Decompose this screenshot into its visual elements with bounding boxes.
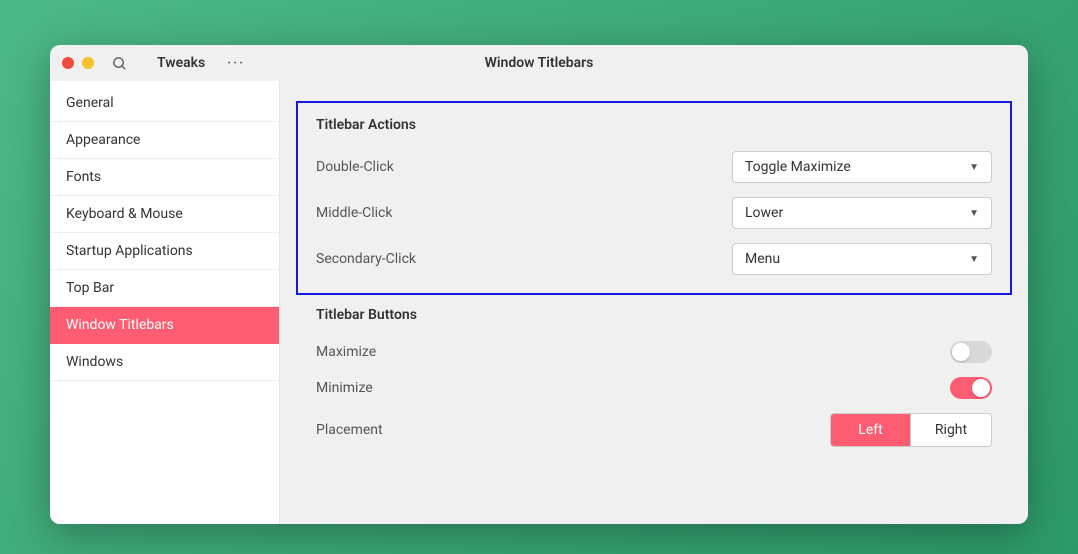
segment-label: Right — [935, 422, 967, 438]
row-maximize: Maximize — [316, 341, 992, 363]
sidebar-item-top-bar[interactable]: Top Bar — [50, 270, 279, 307]
toggle-knob — [972, 379, 990, 397]
chevron-down-icon: ▼ — [969, 254, 979, 265]
row-placement: Placement Left Right — [316, 413, 992, 447]
chevron-down-icon: ▼ — [969, 208, 979, 219]
sidebar-item-windows[interactable]: Windows — [50, 344, 279, 381]
maximize-toggle[interactable] — [950, 341, 992, 363]
titlebar-actions-section: Titlebar Actions Double-Click Toggle Max… — [296, 101, 1012, 295]
sidebar: General Appearance Fonts Keyboard & Mous… — [50, 81, 280, 524]
window-body: General Appearance Fonts Keyboard & Mous… — [50, 81, 1028, 524]
sidebar-item-label: Window Titlebars — [66, 317, 174, 333]
maximize-label: Maximize — [316, 344, 376, 360]
titlebar: Tweaks ··· Window Titlebars — [50, 45, 1028, 81]
minimize-button[interactable] — [82, 57, 94, 69]
placement-right-button[interactable]: Right — [911, 414, 991, 446]
sidebar-item-label: Startup Applications — [66, 243, 193, 259]
close-button[interactable] — [62, 57, 74, 69]
app-title: Tweaks — [157, 55, 205, 71]
sidebar-item-startup-apps[interactable]: Startup Applications — [50, 233, 279, 270]
content-pane: Titlebar Actions Double-Click Toggle Max… — [280, 81, 1028, 524]
sidebar-item-general[interactable]: General — [50, 85, 279, 122]
sidebar-item-label: Top Bar — [66, 280, 114, 296]
row-middle-click: Middle-Click Lower ▼ — [316, 197, 992, 229]
row-minimize: Minimize — [316, 377, 992, 399]
chevron-down-icon: ▼ — [969, 162, 979, 173]
section-title-buttons: Titlebar Buttons — [316, 307, 992, 323]
sidebar-item-label: Keyboard & Mouse — [66, 206, 183, 222]
more-icon[interactable]: ··· — [227, 56, 245, 71]
titlebar-buttons-section: Titlebar Buttons Maximize Minimize Place… — [296, 307, 1012, 447]
dropdown-value: Lower — [745, 205, 783, 221]
minimize-label: Minimize — [316, 380, 373, 396]
double-click-label: Double-Click — [316, 159, 394, 175]
toggle-knob — [952, 343, 970, 361]
middle-click-dropdown[interactable]: Lower ▼ — [732, 197, 992, 229]
sidebar-item-label: Fonts — [66, 169, 101, 185]
dropdown-value: Toggle Maximize — [745, 159, 851, 175]
placement-label: Placement — [316, 422, 383, 438]
sidebar-item-appearance[interactable]: Appearance — [50, 122, 279, 159]
row-secondary-click: Secondary-Click Menu ▼ — [316, 243, 992, 275]
tweaks-window: Tweaks ··· Window Titlebars General Appe… — [50, 45, 1028, 524]
double-click-dropdown[interactable]: Toggle Maximize ▼ — [732, 151, 992, 183]
sidebar-item-label: Appearance — [66, 132, 140, 148]
sidebar-item-label: General — [66, 95, 114, 111]
segment-label: Left — [858, 422, 882, 438]
sidebar-item-fonts[interactable]: Fonts — [50, 159, 279, 196]
traffic-lights — [62, 57, 94, 69]
middle-click-label: Middle-Click — [316, 205, 392, 221]
search-icon[interactable] — [112, 56, 127, 71]
dropdown-value: Menu — [745, 251, 780, 267]
secondary-click-dropdown[interactable]: Menu ▼ — [732, 243, 992, 275]
sidebar-item-keyboard-mouse[interactable]: Keyboard & Mouse — [50, 196, 279, 233]
page-title: Window Titlebars — [485, 55, 594, 71]
placement-left-button[interactable]: Left — [831, 414, 911, 446]
section-title-actions: Titlebar Actions — [316, 117, 992, 133]
sidebar-item-label: Windows — [66, 354, 123, 370]
placement-segmented: Left Right — [830, 413, 992, 447]
sidebar-item-window-titlebars[interactable]: Window Titlebars — [50, 307, 279, 344]
minimize-toggle[interactable] — [950, 377, 992, 399]
row-double-click: Double-Click Toggle Maximize ▼ — [316, 151, 992, 183]
secondary-click-label: Secondary-Click — [316, 251, 416, 267]
